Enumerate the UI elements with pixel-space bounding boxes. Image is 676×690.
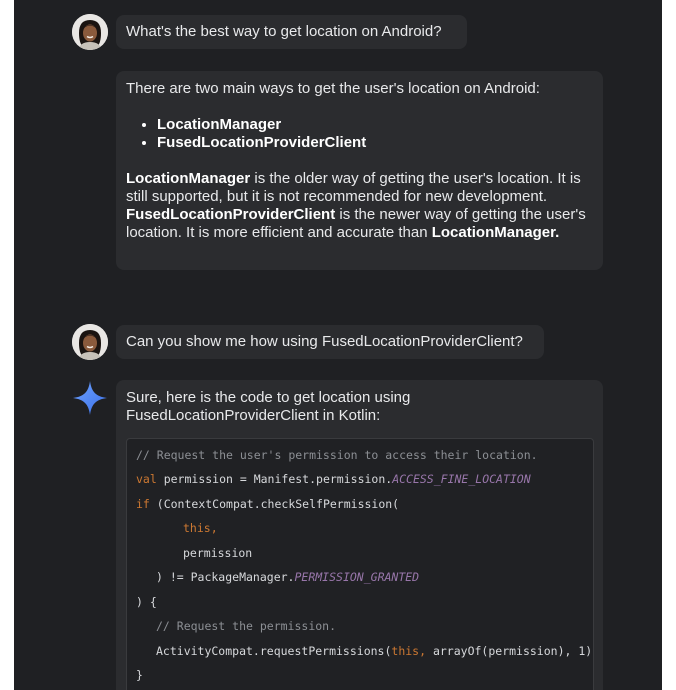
- code-line-2: val permission = Manifest.permission.ACC…: [136, 472, 531, 486]
- fused-client-term: FusedLocationProviderClient: [126, 206, 336, 223]
- code-text: (ContextCompat.checkSelfPermission(: [149, 497, 400, 511]
- code-line-8: // Request the permission.: [156, 619, 337, 633]
- user-avatar: [72, 324, 108, 360]
- user-message-2-text: Can you show me how using FusedLocationP…: [126, 333, 523, 350]
- code-line-1: // Request the user's permission to acce…: [136, 448, 538, 462]
- keyword: if: [136, 497, 150, 511]
- code-text: arrayOf(permission), 1): [426, 644, 593, 658]
- code-line-5: permission: [183, 546, 253, 560]
- location-manager-term: LocationManager: [126, 170, 251, 187]
- location-manager-term-end: LocationManager.: [431, 224, 560, 241]
- response-1-intro: There are two main ways to get the user'…: [126, 80, 540, 97]
- code-line-9: ActivityCompat.requestPermissions(this, …: [156, 644, 592, 658]
- code-block: // Request the user's permission to acce…: [126, 438, 594, 690]
- code-text: ) != PackageManager.: [156, 570, 295, 584]
- constant: ACCESS_FINE_LOCATION: [392, 472, 531, 486]
- code-line-6: ) != PackageManager.PERMISSION_GRANTED: [156, 570, 419, 584]
- response-1-details: LocationManager is the older way of gett…: [126, 170, 593, 242]
- code-line-10: }: [136, 668, 143, 682]
- list-item: FusedLocationProviderClient: [157, 134, 593, 152]
- code-text: ActivityCompat.requestPermissions(: [156, 644, 392, 658]
- user-message-1-text: What's the best way to get location on A…: [126, 23, 442, 40]
- code-text: permission = Manifest.permission.: [156, 472, 393, 486]
- chat-panel: What's the best way to get location on A…: [14, 0, 662, 690]
- code-line-7: ) {: [136, 595, 157, 609]
- location-options-list: LocationManager FusedLocationProviderCli…: [126, 116, 593, 152]
- keyword: val: [136, 472, 157, 486]
- user-avatar-image: [72, 324, 108, 360]
- user-message-1: What's the best way to get location on A…: [116, 15, 467, 49]
- assistant-response-1: There are two main ways to get the user'…: [116, 71, 603, 270]
- list-item: LocationManager: [157, 116, 593, 134]
- code-line-4: this,: [183, 521, 218, 535]
- user-avatar: [72, 14, 108, 50]
- user-message-2: Can you show me how using FusedLocationP…: [116, 325, 544, 359]
- user-avatar-image: [72, 14, 108, 50]
- keyword: this,: [391, 644, 427, 658]
- constant: PERMISSION_GRANTED: [294, 570, 420, 584]
- response-2-intro: Sure, here is the code to get location u…: [126, 389, 411, 424]
- gemini-sparkle-icon: [73, 381, 107, 415]
- code-line-3: if (ContextCompat.checkSelfPermission(: [136, 497, 399, 511]
